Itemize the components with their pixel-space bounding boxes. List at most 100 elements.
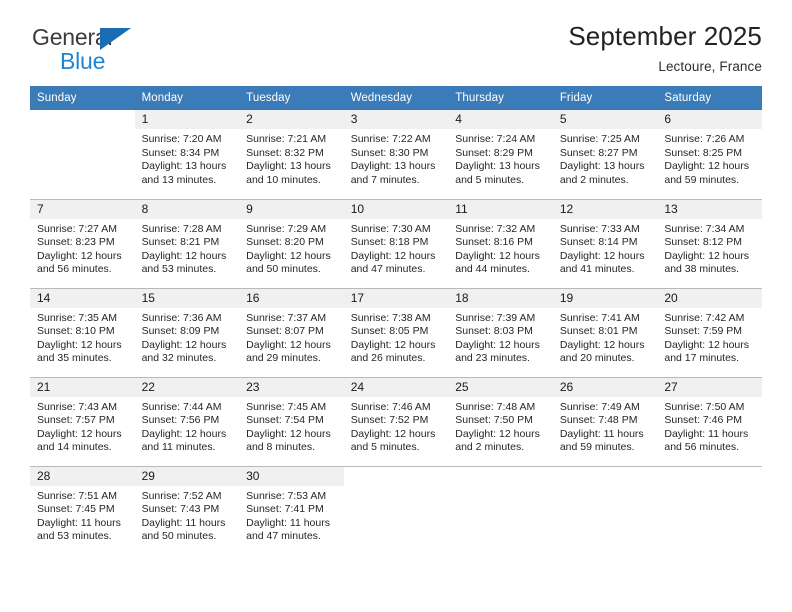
daylight-duration-line2: and 20 minutes. — [559, 352, 635, 365]
day-detail: Sunrise: 7:38 AM Sunset: 8:05 PM Daylight:… — [344, 308, 449, 366]
day-detail: Sunrise: 7:30 AM Sunset: 8:18 PM Daylight:… — [344, 219, 449, 277]
day-detail: Sunrise: 7:26 AM Sunset: 8:25 PM Daylight:… — [657, 129, 762, 187]
sunrise-time: Sunrise: 7:34 AM — [664, 222, 745, 235]
daylight-duration-line1: Daylight: 12 hours — [455, 427, 540, 440]
calendar-day-cell[interactable]: 30 Sunrise: 7:53 AM Sunset: 7:41 PM Dayligh… — [239, 465, 344, 555]
calendar-day-cell[interactable]: 24 Sunrise: 7:46 AM Sunset: 7:52 PM Dayligh… — [343, 376, 449, 466]
day-number: 4 — [448, 110, 553, 129]
calendar-day-cell[interactable]: 17 Sunrise: 7:38 AM Sunset: 8:05 PM Dayligh… — [343, 287, 449, 377]
calendar-day-cell[interactable]: 23 Sunrise: 7:45 AM Sunset: 7:54 PM Dayligh… — [239, 376, 344, 466]
daylight-duration-line2: and 35 minutes. — [37, 352, 112, 365]
calendar-day-cell[interactable]: 8 Sunrise: 7:28 AM Sunset: 8:21 PM Daylight… — [134, 198, 240, 288]
day-number: 12 — [552, 199, 658, 219]
calendar-day-cell[interactable]: 25 Sunrise: 7:48 AM Sunset: 7:50 PM Dayligh… — [448, 376, 553, 466]
logo-triangle-icon — [100, 28, 131, 50]
daylight-duration-line1: Daylight: 12 hours — [246, 427, 331, 440]
daylight-duration-line2: and 5 minutes. — [350, 441, 420, 454]
daylight-duration-line1: Daylight: 11 hours — [246, 516, 330, 529]
calendar-day-cell[interactable]: 4 Sunrise: 7:24 AM Sunset: 8:29 PM Daylight… — [448, 110, 553, 199]
calendar-day-cell[interactable]: 7 Sunrise: 7:27 AM Sunset: 8:23 PM Daylight… — [30, 198, 135, 288]
day-detail: Sunrise: 7:28 AM Sunset: 8:21 PM Daylight:… — [135, 219, 240, 277]
calendar-day-cell[interactable]: 13 Sunrise: 7:34 AM Sunset: 8:12 PM Dayligh… — [657, 198, 762, 288]
calendar-day-cell[interactable]: 26 Sunrise: 7:49 AM Sunset: 7:48 PM Dayligh… — [552, 376, 658, 466]
weekday-header-sunday: Sunday — [30, 86, 135, 110]
daylight-duration-line2: and 47 minutes. — [350, 263, 426, 276]
sunrise-time: Sunrise: 7:26 AM — [664, 133, 745, 145]
sunrise-time: Sunrise: 7:32 AM — [455, 222, 536, 235]
calendar-day-cell[interactable]: 18 Sunrise: 7:39 AM Sunset: 8:03 PM Dayligh… — [448, 287, 553, 377]
day-number: 26 — [552, 377, 658, 397]
page-header: General Blue September 2025 Lectoure, Fr… — [30, 0, 762, 78]
calendar-day-cell[interactable]: 9 Sunrise: 7:29 AM Sunset: 8:20 PM Daylight… — [239, 198, 344, 288]
daylight-duration-line1: Daylight: 12 hours — [37, 249, 122, 262]
calendar-day-cell[interactable]: 16 Sunrise: 7:37 AM Sunset: 8:07 PM Dayligh… — [239, 287, 344, 377]
weekday-header-friday: Friday — [552, 86, 658, 110]
daylight-duration-line1: Daylight: 12 hours — [559, 249, 645, 262]
calendar-day-cell[interactable]: 14 Sunrise: 7:35 AM Sunset: 8:10 PM Dayligh… — [30, 287, 135, 377]
daylight-duration-line1: Daylight: 11 hours — [559, 427, 644, 440]
daylight-duration-line2: and 41 minutes. — [559, 263, 635, 276]
sunrise-time: Sunrise: 7:33 AM — [559, 222, 640, 235]
calendar-day-cell[interactable]: 15 Sunrise: 7:36 AM Sunset: 8:09 PM Dayligh… — [134, 287, 240, 377]
day-detail: Sunrise: 7:27 AM Sunset: 8:23 PM Daylight:… — [30, 219, 135, 277]
sunset-time: Sunset: 8:12 PM — [664, 236, 743, 249]
daylight-duration-line1: Daylight: 12 hours — [141, 249, 227, 262]
day-detail: Sunrise: 7:24 AM Sunset: 8:29 PM Daylight:… — [448, 129, 553, 187]
calendar-day-cell[interactable]: 28 Sunrise: 7:51 AM Sunset: 7:45 PM Dayligh… — [30, 465, 135, 555]
sunrise-time: Sunrise: 7:45 AM — [246, 400, 327, 413]
daylight-duration-line2: and 2 minutes. — [455, 441, 525, 454]
day-detail: Sunrise: 7:25 AM Sunset: 8:27 PM Daylight:… — [553, 129, 658, 187]
calendar-day-cell[interactable]: 6 Sunrise: 7:26 AM Sunset: 8:25 PM Daylight… — [657, 110, 762, 199]
general-blue-logo[interactable]: General Blue — [32, 26, 202, 78]
sunset-time: Sunset: 8:32 PM — [246, 146, 324, 159]
calendar-container: Sunday Monday Tuesday Wednesday Thursday… — [30, 86, 762, 555]
day-number: 15 — [134, 288, 240, 308]
daylight-duration-line1: Daylight: 12 hours — [37, 427, 122, 440]
weekday-header-monday: Monday — [134, 86, 240, 110]
daylight-duration-line1: Daylight: 11 hours — [141, 516, 226, 529]
day-number: 17 — [343, 288, 449, 308]
daylight-duration-line1: Daylight: 12 hours — [141, 338, 227, 351]
daylight-duration-line1: Daylight: 12 hours — [246, 338, 331, 351]
calendar-day-cell[interactable]: 20 Sunrise: 7:42 AM Sunset: 7:59 PM Dayligh… — [657, 287, 762, 377]
day-detail: Sunrise: 7:33 AM Sunset: 8:14 PM Daylight:… — [553, 219, 658, 277]
daylight-duration-line2: and 50 minutes. — [246, 263, 321, 276]
sunset-time: Sunset: 8:34 PM — [141, 146, 220, 159]
daylight-duration-line2: and 11 minutes. — [141, 441, 216, 454]
sunset-time: Sunset: 7:46 PM — [664, 414, 743, 427]
sunrise-time: Sunrise: 7:27 AM — [37, 222, 117, 235]
calendar-day-cell[interactable]: 3 Sunrise: 7:22 AM Sunset: 8:30 PM Daylight… — [343, 110, 449, 199]
calendar-day-cell[interactable]: 21 Sunrise: 7:43 AM Sunset: 7:57 PM Dayligh… — [30, 376, 135, 466]
daylight-duration-line2: and 10 minutes. — [246, 173, 321, 186]
calendar-day-cell[interactable]: 2 Sunrise: 7:21 AM Sunset: 8:32 PM Daylight… — [239, 110, 344, 199]
sunset-time: Sunset: 8:21 PM — [141, 236, 220, 249]
daylight-duration-line1: Daylight: 12 hours — [664, 249, 750, 262]
sunrise-time: Sunrise: 7:29 AM — [246, 222, 327, 235]
sunrise-time: Sunrise: 7:48 AM — [455, 400, 536, 413]
calendar-day-cell[interactable]: 29 Sunrise: 7:52 AM Sunset: 7:43 PM Dayligh… — [134, 465, 240, 555]
sunset-time: Sunset: 7:54 PM — [246, 414, 324, 427]
calendar-day-cell[interactable]: 19 Sunrise: 7:41 AM Sunset: 8:01 PM Dayligh… — [552, 287, 658, 377]
calendar-day-cell[interactable]: 22 Sunrise: 7:44 AM Sunset: 7:56 PM Dayligh… — [134, 376, 240, 466]
sunrise-time: Sunrise: 7:22 AM — [350, 133, 431, 145]
sunset-time: Sunset: 8:09 PM — [141, 325, 220, 338]
daylight-duration-line1: Daylight: 12 hours — [350, 338, 436, 351]
calendar-day-cell[interactable]: 5 Sunrise: 7:25 AM Sunset: 8:27 PM Daylight… — [552, 110, 658, 199]
sunset-time: Sunset: 7:48 PM — [559, 414, 638, 427]
calendar-cell-empty — [552, 465, 658, 555]
sunset-time: Sunset: 8:10 PM — [37, 325, 115, 338]
day-number: 22 — [134, 377, 240, 397]
daylight-duration-line2: and 59 minutes. — [559, 441, 635, 454]
calendar-day-cell[interactable]: 11 Sunrise: 7:32 AM Sunset: 8:16 PM Dayligh… — [448, 198, 553, 288]
day-detail: Sunrise: 7:35 AM Sunset: 8:10 PM Daylight:… — [30, 308, 135, 366]
calendar-day-cell[interactable]: 12 Sunrise: 7:33 AM Sunset: 8:14 PM Dayligh… — [552, 198, 658, 288]
calendar-day-cell[interactable]: 10 Sunrise: 7:30 AM Sunset: 8:18 PM Dayligh… — [343, 198, 449, 288]
calendar-day-cell[interactable]: 27 Sunrise: 7:50 AM Sunset: 7:46 PM Dayligh… — [657, 376, 762, 466]
calendar-header-row: Sunday Monday Tuesday Wednesday Thursday… — [30, 86, 762, 110]
calendar-day-cell[interactable]: 1 Sunrise: 7:20 AM Sunset: 8:34 PM Daylight… — [134, 110, 240, 199]
daylight-duration-line1: Daylight: 11 hours — [37, 516, 121, 529]
daylight-duration-line1: Daylight: 12 hours — [664, 338, 750, 351]
day-detail: Sunrise: 7:42 AM Sunset: 7:59 PM Daylight:… — [657, 308, 762, 366]
day-number: 7 — [30, 199, 135, 219]
day-detail: Sunrise: 7:21 AM Sunset: 8:32 PM Daylight:… — [239, 129, 344, 187]
